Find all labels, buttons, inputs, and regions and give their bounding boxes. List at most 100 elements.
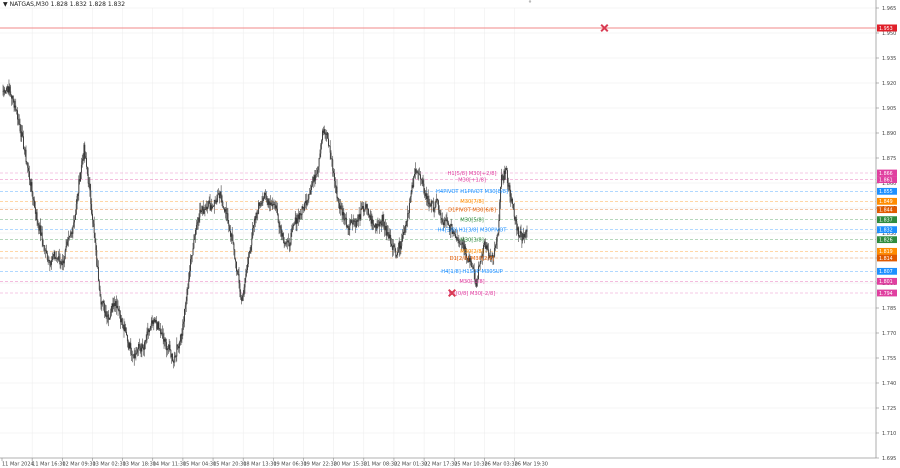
candle-body (256, 212, 258, 214)
candle-body (400, 245, 402, 249)
candle-body (455, 237, 457, 238)
candle-body (211, 205, 213, 209)
candle-body (5, 90, 7, 94)
candle-body (495, 241, 497, 246)
candle-body (339, 203, 341, 210)
candle-body (420, 174, 421, 179)
candle-body (457, 239, 459, 241)
candle-body (44, 245, 46, 251)
candle-body (518, 227, 519, 237)
candle-body (364, 207, 366, 210)
candle-body (31, 182, 33, 193)
price-axis[interactable]: 1.9651.9501.9351.9201.9051.8901.8751.860… (528, 0, 897, 462)
candle-body (194, 235, 196, 240)
level-badge-label: 1.819 (879, 249, 893, 255)
candle-body (205, 206, 207, 210)
candle-body (124, 327, 126, 331)
candle-body (296, 218, 298, 224)
candle-body (42, 239, 44, 246)
candle-body (67, 239, 69, 242)
candle-body (504, 170, 506, 174)
candle-body (294, 217, 296, 224)
candle-body (330, 152, 332, 159)
price-chart[interactable]: H1[5/8] M30[+2/8]M30[+1/8] H4PIVOT H1PIVO… (0, 0, 900, 468)
candle-body (352, 220, 354, 225)
y-tick-label: 1.785 (882, 306, 896, 312)
candle-body (157, 322, 159, 330)
candle-body (301, 206, 303, 216)
candle-body (407, 213, 409, 222)
candle-body (10, 91, 12, 96)
candle-body (137, 349, 139, 353)
candle-body (43, 245, 45, 246)
candle-body (260, 202, 262, 205)
candle-body (39, 225, 41, 231)
level-badge-label: 1.801 (879, 279, 893, 285)
candle-body (12, 95, 14, 100)
candle-body (231, 233, 233, 241)
candle-body (200, 209, 202, 213)
level-badge-label: 1.855 (879, 189, 893, 195)
candle-body (338, 198, 340, 204)
time-axis[interactable]: 11 Mar 202411 Mar 16:3012 Mar 09:3013 Ma… (0, 457, 876, 468)
candle-body (411, 185, 413, 193)
x-tick-label: 15 Mar 20:30 (213, 462, 246, 468)
candle-body (446, 219, 448, 222)
candle-body (394, 246, 396, 252)
candle-body (167, 348, 169, 349)
candle-body (391, 245, 393, 250)
candle-body (295, 217, 297, 224)
level-badge-label: 1.849 (879, 199, 893, 205)
candle-body (191, 255, 193, 257)
candle-body (370, 215, 372, 224)
candle-body (367, 208, 369, 210)
x-tick-label: 15 Mar 04:30 (183, 462, 216, 468)
candle-body (334, 181, 336, 187)
candle-body (363, 209, 365, 212)
candle-body (266, 197, 268, 200)
candle-body (45, 250, 47, 252)
candle-body (387, 232, 389, 235)
candle-body (372, 219, 374, 224)
candle-body (270, 202, 271, 206)
candle-body (412, 185, 414, 187)
candle-body (169, 344, 171, 351)
candle-body (130, 343, 132, 354)
candle-body (522, 239, 524, 241)
x-tick-label: 22 Mar 17:30 (424, 462, 457, 468)
candle-body (336, 186, 338, 199)
candle-body (520, 231, 522, 234)
candle-body (434, 206, 436, 208)
candle-body (479, 262, 481, 265)
candle-body (126, 334, 128, 342)
candle-body (264, 192, 266, 199)
candle-body (443, 222, 444, 226)
candle-body (403, 231, 404, 236)
candle-body (242, 295, 244, 296)
candle-body (220, 191, 222, 196)
candle-body (155, 320, 157, 324)
candle-body (94, 233, 96, 243)
candle-body (118, 310, 120, 311)
level-badge-label: 1.866 (879, 171, 893, 177)
candle-body (245, 273, 247, 279)
candle-body (170, 350, 172, 358)
candle-body (227, 213, 229, 224)
candle-body (428, 202, 430, 205)
candle-body (168, 344, 170, 349)
chart-window[interactable]: ▼ NATGAS,M30 1.828 1.832 1.828 1.832 H1[5… (0, 0, 900, 468)
candle-body (403, 231, 405, 233)
candle-body (318, 158, 320, 167)
candle-body (158, 322, 160, 329)
candle-body (395, 251, 397, 257)
candle-body (315, 174, 317, 181)
candle-body (368, 208, 369, 216)
candle-body (368, 215, 370, 218)
candle-body (410, 192, 412, 197)
candle-body (523, 233, 525, 238)
candle-body (135, 353, 137, 355)
candle-body (257, 213, 259, 215)
candle-body (192, 248, 194, 256)
candle-body (251, 238, 253, 246)
candle-body (290, 232, 292, 245)
